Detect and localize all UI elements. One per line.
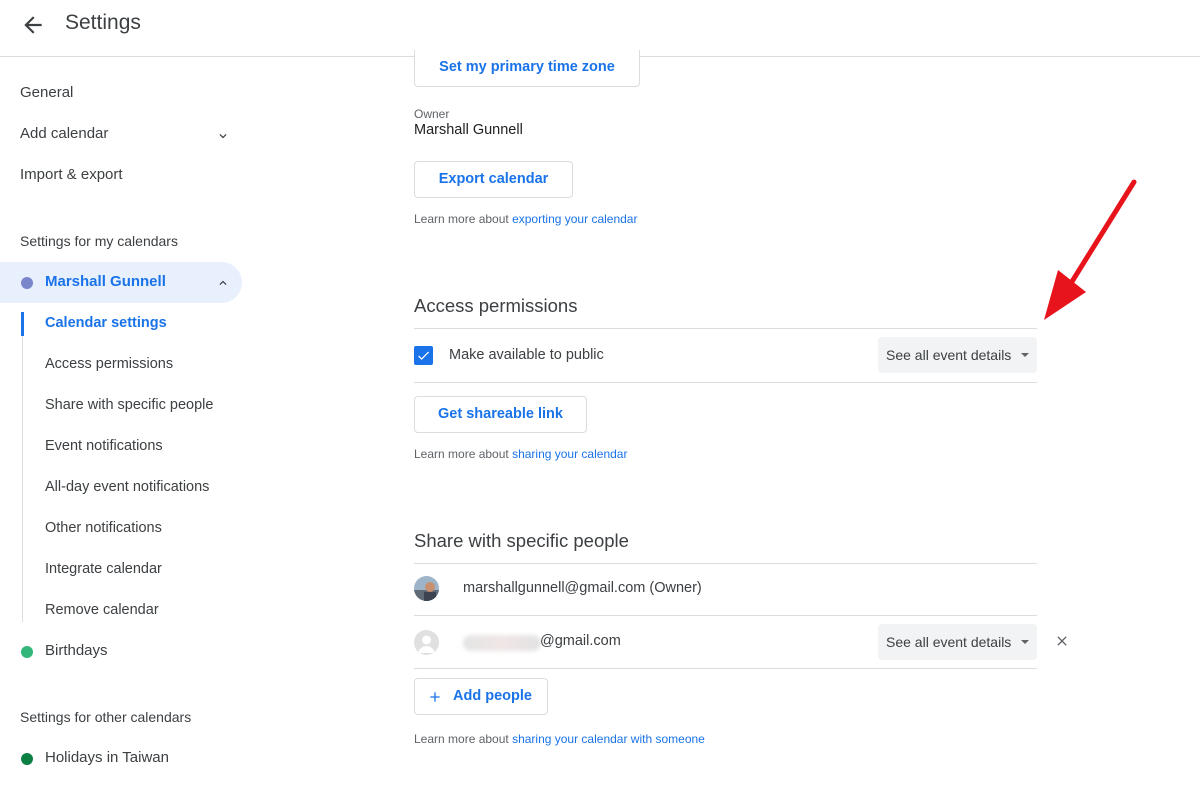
person-avatar: [414, 630, 439, 655]
annotation-arrow-icon: [1044, 179, 1137, 320]
plus-icon: [430, 692, 440, 702]
divider: [414, 668, 1037, 669]
subnav-other-notifications[interactable]: Other notifications: [45, 520, 162, 536]
subnav-active-indicator: [21, 312, 24, 336]
learn-more-text: Learn more about: [414, 447, 513, 461]
back-arrow-icon[interactable]: [20, 12, 46, 38]
chevron-down-icon[interactable]: [216, 129, 230, 143]
set-primary-time-zone-button[interactable]: Set my primary time zone: [414, 50, 640, 87]
dropdown-value: See all event details: [886, 347, 1012, 363]
subnav-event-notifications[interactable]: Event notifications: [45, 438, 163, 454]
calendar-item-holidays-in-taiwan[interactable]: Holidays in Taiwan: [0, 738, 242, 779]
divider: [414, 328, 1037, 329]
make-public-label: Make available to public: [449, 347, 604, 363]
subnav-calendar-settings[interactable]: Calendar settings: [45, 315, 167, 331]
calendar-item-label: Marshall Gunnell: [45, 273, 166, 290]
calendar-item-label: Birthdays: [45, 642, 108, 659]
sidebar-item-import-export[interactable]: Import & export: [20, 166, 123, 183]
sidebar-item-add-calendar[interactable]: Add calendar: [20, 125, 108, 142]
settings-content: Set my primary time zone Owner Marshall …: [414, 50, 1067, 794]
exporting-calendar-link[interactable]: exporting your calendar: [512, 212, 637, 226]
calendar-color-dot: [21, 646, 33, 658]
person-permission-dropdown[interactable]: See all event details: [878, 624, 1037, 660]
my-calendars-heading: Settings for my calendars: [20, 233, 178, 249]
calendar-item-marshall-gunnell[interactable]: Marshall Gunnell: [0, 262, 242, 303]
export-calendar-button[interactable]: Export calendar: [414, 161, 573, 198]
subnav-integrate-calendar[interactable]: Integrate calendar: [45, 561, 162, 577]
sharing-with-someone-link[interactable]: sharing your calendar with someone: [512, 732, 705, 746]
export-learn-more: Learn more about exporting your calendar: [414, 212, 637, 226]
top-bar: Settings: [0, 0, 1200, 57]
dropdown-caret-icon: [1021, 640, 1029, 644]
add-people-label: Add people: [453, 688, 532, 704]
owner-avatar: [414, 576, 439, 601]
subnav-access-permissions[interactable]: Access permissions: [45, 356, 173, 372]
dropdown-caret-icon: [1021, 353, 1029, 357]
owner-email: marshallgunnell@gmail.com (Owner): [463, 580, 702, 596]
sidebar-item-general[interactable]: General: [20, 84, 73, 101]
divider: [414, 563, 1037, 564]
sharing-learn-more: Learn more about sharing your calendar: [414, 447, 627, 461]
subnav-remove-calendar[interactable]: Remove calendar: [45, 602, 159, 618]
subnav-rail: [22, 312, 23, 622]
add-people-button[interactable]: Add people: [414, 678, 548, 715]
share-someone-learn-more: Learn more about sharing your calendar w…: [414, 732, 705, 746]
shared-person-email: @gmail.com: [540, 633, 621, 649]
owner-label: Owner: [414, 107, 450, 121]
other-calendars-heading: Settings for other calendars: [20, 709, 192, 725]
blurred-email-username: [463, 635, 541, 651]
close-icon[interactable]: [1054, 633, 1070, 649]
divider: [414, 382, 1037, 383]
calendar-item-label: Holidays in Taiwan: [45, 749, 169, 766]
calendar-color-dot: [21, 753, 33, 765]
checkmark-icon: [418, 351, 430, 360]
get-shareable-link-button[interactable]: Get shareable link: [414, 396, 587, 433]
owner-name: Marshall Gunnell: [414, 122, 523, 138]
sharing-calendar-link[interactable]: sharing your calendar: [512, 447, 627, 461]
calendar-item-birthdays[interactable]: Birthdays: [0, 631, 242, 672]
learn-more-text: Learn more about: [414, 732, 513, 746]
chevron-up-icon[interactable]: [216, 276, 230, 290]
make-public-checkbox[interactable]: [414, 346, 433, 365]
divider: [414, 615, 1037, 616]
calendar-color-dot: [21, 277, 33, 289]
learn-more-text: Learn more about: [414, 212, 513, 226]
dropdown-value: See all event details: [886, 634, 1012, 650]
share-specific-people-heading: Share with specific people: [414, 530, 629, 551]
subnav-all-day-event-notifications[interactable]: All-day event notifications: [45, 479, 209, 495]
access-permissions-heading: Access permissions: [414, 295, 578, 316]
settings-sidebar: General Add calendar Import & export Set…: [0, 57, 260, 794]
page-title: Settings: [65, 11, 141, 34]
public-visibility-dropdown[interactable]: See all event details: [878, 337, 1037, 373]
subnav-share-with-specific-people[interactable]: Share with specific people: [45, 397, 213, 413]
